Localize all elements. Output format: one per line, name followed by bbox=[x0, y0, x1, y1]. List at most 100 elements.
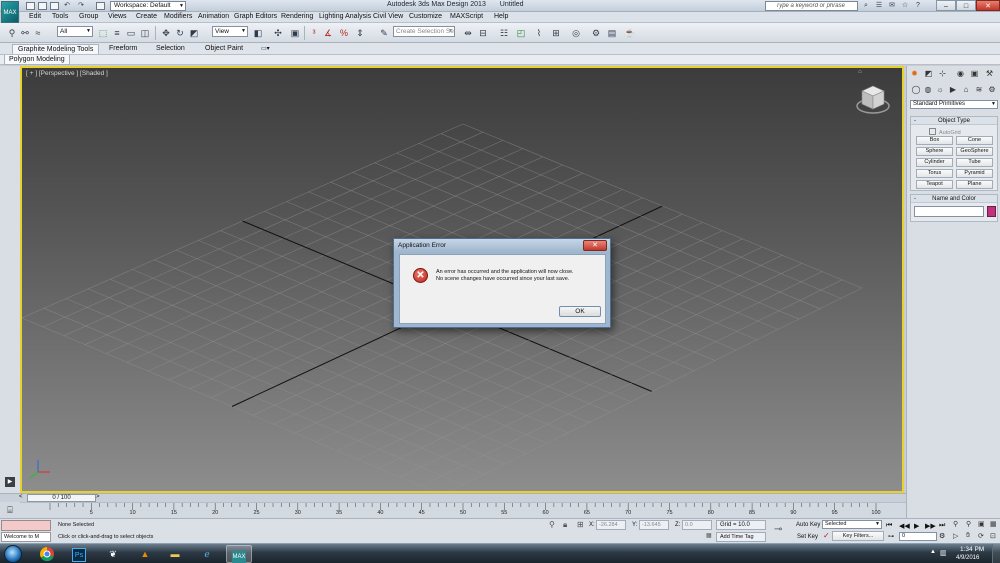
vlc-taskbar-icon[interactable]: ▲ bbox=[132, 545, 158, 563]
plane-button[interactable]: Plane bbox=[956, 180, 993, 189]
object-name-field[interactable] bbox=[914, 206, 984, 217]
material-editor-icon[interactable]: ◎ bbox=[570, 27, 582, 39]
select-by-name-icon[interactable]: ≡ bbox=[111, 27, 123, 39]
dialog-title-bar[interactable]: Application Error ✕ bbox=[394, 239, 610, 253]
align-icon[interactable]: ⊟ bbox=[477, 27, 489, 39]
explorer-taskbar-icon[interactable]: ▬ bbox=[162, 545, 188, 563]
menu-civil-view[interactable]: Civil View bbox=[373, 13, 403, 20]
previous-frame-button[interactable]: < bbox=[19, 494, 23, 500]
graphite-toggle-icon[interactable]: ◰ bbox=[515, 27, 527, 39]
search-icon[interactable]: ⌕ bbox=[861, 1, 871, 11]
time-slider-thumb[interactable]: 0 / 100 bbox=[27, 494, 96, 502]
viewcube-home-icon[interactable]: ⌂ bbox=[858, 69, 862, 75]
network-icon[interactable]: ▥ bbox=[940, 549, 947, 557]
ok-button[interactable]: OK bbox=[559, 306, 601, 317]
add-time-tag-button[interactable]: Add Time Tag bbox=[716, 532, 766, 542]
zoom-icon[interactable]: ⚲ bbox=[953, 520, 958, 528]
teapot-button[interactable]: Teapot bbox=[916, 180, 953, 189]
menu-modifiers[interactable]: Modifiers bbox=[164, 13, 192, 20]
edit-named-selection-icon[interactable]: ✎ bbox=[378, 27, 390, 39]
x-coordinate-field[interactable]: -26.284 bbox=[596, 520, 626, 530]
previous-key-icon[interactable]: ◀◀ bbox=[899, 522, 910, 530]
menu-views[interactable]: Views bbox=[108, 13, 127, 20]
selection-lock-icon[interactable]: 🔒︎ bbox=[563, 520, 567, 530]
select-manipulate-icon[interactable]: ✣ bbox=[272, 27, 284, 39]
subscription-icon[interactable]: ☰ bbox=[874, 1, 884, 11]
autogrid-checkbox[interactable]: AutoGrid bbox=[929, 128, 961, 136]
new-file-icon[interactable] bbox=[26, 2, 35, 10]
pivot-center-icon[interactable]: ◧ bbox=[252, 27, 264, 39]
chrome-taskbar-icon[interactable] bbox=[34, 545, 60, 563]
mirror-icon[interactable]: ⇹ bbox=[462, 27, 474, 39]
panel-polygon-modeling[interactable]: Polygon Modeling bbox=[4, 55, 70, 65]
maxscript-mini-listener[interactable] bbox=[1, 520, 51, 531]
open-file-icon[interactable] bbox=[38, 2, 47, 10]
project-folder-icon[interactable] bbox=[96, 2, 105, 10]
set-key-mode-icon[interactable]: ⊸ bbox=[774, 524, 782, 535]
app-menu-button[interactable]: MAX bbox=[1, 1, 19, 23]
box-button[interactable]: Box bbox=[916, 136, 953, 145]
create-tab-icon[interactable]: ✹ bbox=[909, 68, 920, 79]
viewcube-icon[interactable] bbox=[856, 82, 890, 116]
rectangular-selection-icon[interactable]: ▭ bbox=[125, 27, 137, 39]
undo-icon[interactable]: ↶ bbox=[62, 1, 72, 11]
search-input[interactable] bbox=[765, 1, 858, 11]
pan-icon[interactable]: ✋︎ bbox=[966, 532, 970, 540]
menu-group[interactable]: Group bbox=[79, 13, 98, 20]
select-link-icon[interactable]: ⚲ bbox=[6, 27, 18, 39]
menu-help[interactable]: Help bbox=[494, 13, 508, 20]
select-and-rotate-icon[interactable]: ↻ bbox=[174, 27, 186, 39]
unlink-icon[interactable]: ⚯ bbox=[19, 27, 31, 39]
hierarchy-tab-icon[interactable]: ⊹ bbox=[937, 68, 948, 79]
menu-graph-editors[interactable]: Graph Editors bbox=[234, 13, 277, 20]
snaps-toggle-icon[interactable]: ³ bbox=[308, 27, 320, 39]
render-production-icon[interactable]: ☕ bbox=[624, 27, 636, 39]
angle-snap-icon[interactable]: ∡ bbox=[322, 27, 334, 39]
redo-icon[interactable]: ↷ bbox=[76, 1, 86, 11]
help-icon[interactable]: ? bbox=[913, 1, 923, 11]
next-key-icon[interactable]: ▶▶ bbox=[925, 522, 936, 530]
zoom-extents-icon[interactable]: ▣ bbox=[978, 520, 985, 528]
orbit-icon[interactable]: ⟳ bbox=[978, 532, 984, 540]
transform-mode-icon[interactable]: ⊞ bbox=[577, 520, 584, 529]
time-slider[interactable]: < 0 / 100 > bbox=[0, 493, 906, 502]
document-taskbar-icon[interactable]: ❦ bbox=[100, 545, 126, 563]
window-crossing-icon[interactable]: ◫ bbox=[139, 27, 151, 39]
space-warps-icon[interactable]: ≋ bbox=[974, 85, 984, 95]
tab-graphite-modeling-tools[interactable]: Graphite Modeling Tools bbox=[12, 44, 100, 54]
helpers-icon[interactable]: ⌂ bbox=[961, 85, 971, 95]
reference-coordinate-dropdown[interactable]: View ▼ bbox=[212, 26, 248, 37]
set-key-button[interactable]: Set Key bbox=[797, 534, 818, 540]
cone-button[interactable]: Cone bbox=[956, 136, 993, 145]
select-object-icon[interactable]: ⬚ bbox=[97, 27, 109, 39]
cylinder-button[interactable]: Cylinder bbox=[916, 158, 953, 167]
menu-rendering[interactable]: Rendering bbox=[281, 13, 313, 20]
zoom-all-icon[interactable]: ⚲ bbox=[966, 520, 971, 528]
y-coordinate-field[interactable]: -13.645 bbox=[639, 520, 669, 530]
menu-lighting-analysis[interactable]: Lighting Analysis bbox=[319, 13, 371, 20]
percent-snap-icon[interactable]: % bbox=[338, 27, 350, 39]
sphere-button[interactable]: Sphere bbox=[916, 147, 953, 156]
primitive-type-dropdown[interactable]: Standard Primitives ▼ bbox=[910, 100, 998, 109]
layer-manager-icon[interactable]: ☷ bbox=[498, 27, 510, 39]
tray-expand-icon[interactable]: ▲ bbox=[930, 549, 936, 555]
name-and-color-rollout-header[interactable]: - Name and Color bbox=[911, 195, 997, 203]
keyboard-shortcut-override-icon[interactable]: ▣ bbox=[289, 27, 301, 39]
geometry-icon[interactable]: ◯ bbox=[911, 85, 921, 95]
selection-filter-dropdown[interactable]: All ▼ bbox=[57, 26, 93, 37]
expand-arrow-icon[interactable]: ▶ bbox=[5, 477, 15, 487]
minimize-button[interactable]: – bbox=[936, 0, 956, 11]
menu-tools[interactable]: Tools bbox=[52, 13, 68, 20]
mini-curve-editor-icon[interactable]: ⌸ bbox=[0, 502, 20, 518]
key-filter-icon[interactable]: ✓ bbox=[823, 531, 830, 540]
photoshop-taskbar-icon[interactable]: Ps bbox=[66, 545, 92, 563]
close-button[interactable]: ✕ bbox=[976, 0, 1000, 11]
systems-icon[interactable]: ⚙ bbox=[987, 85, 997, 95]
maxscript-listener-output[interactable]: Welcome to M bbox=[1, 532, 51, 542]
menu-customize[interactable]: Customize bbox=[409, 13, 442, 20]
menu-edit[interactable]: Edit bbox=[29, 13, 41, 20]
field-of-view-icon[interactable]: ▷ bbox=[953, 532, 958, 540]
dialog-close-button[interactable]: ✕ bbox=[583, 240, 607, 251]
key-filters-button[interactable]: Key Filters... bbox=[832, 531, 884, 541]
tab-selection[interactable]: Selection bbox=[151, 44, 190, 54]
